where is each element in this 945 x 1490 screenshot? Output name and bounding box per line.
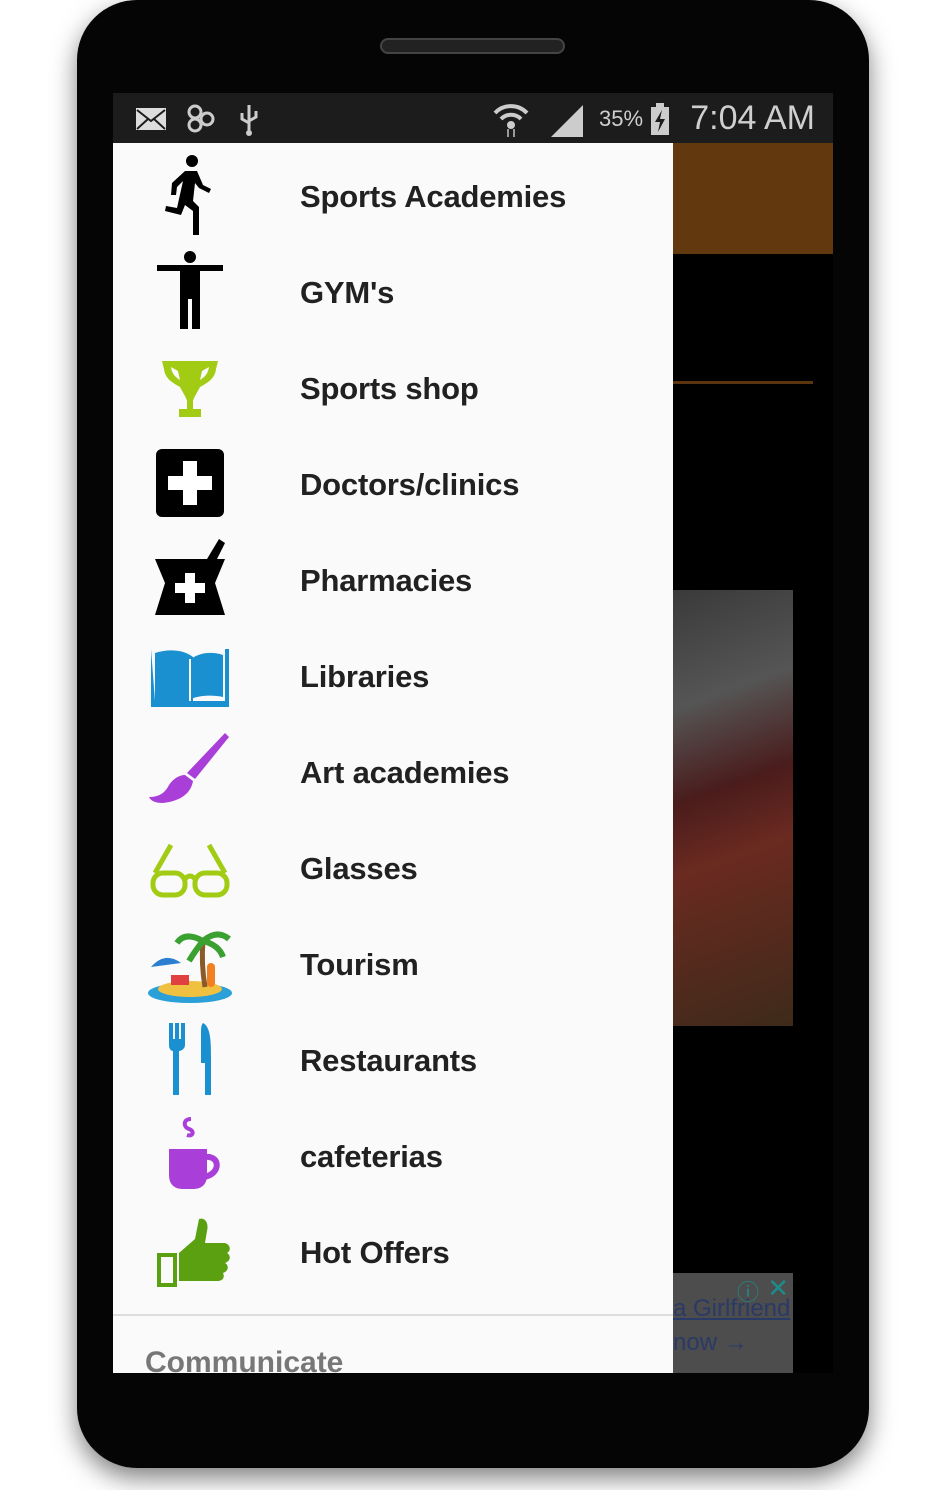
running-icon — [145, 155, 235, 235]
drawer-item-label: Restaurants — [300, 1043, 477, 1078]
drawer-item-pharmacies[interactable]: Pharmacies — [113, 531, 673, 627]
thumbs-up-icon — [145, 1211, 235, 1291]
drawer-item-label: Art academies — [300, 755, 510, 790]
battery-charging-icon — [651, 103, 669, 135]
drawer-item-libraries[interactable]: Libraries — [113, 627, 673, 723]
drawer-item-label: Tourism — [300, 947, 419, 982]
drawer-item-art-academies[interactable]: Art academies — [113, 723, 673, 819]
navigation-drawer: Communicate Sports Academies GYM's Sports … — [113, 143, 673, 1373]
speaker-grille — [380, 38, 565, 54]
island-icon — [145, 923, 235, 1003]
drawer-item-label: Doctors/clinics — [300, 467, 520, 502]
battery-percent: 35% — [599, 106, 644, 131]
divider-line — [673, 381, 813, 384]
glasses-icon — [145, 827, 235, 907]
drawer-item-label: Sports shop — [300, 371, 479, 406]
person-icon — [145, 251, 235, 331]
drawer-item-label: Libraries — [300, 659, 430, 694]
ad-link[interactable]: now → — [673, 1329, 748, 1357]
signal-icon — [551, 105, 583, 137]
section-header-communicate: Communicate — [145, 1346, 344, 1373]
drawer-item-label: Pharmacies — [300, 563, 473, 598]
drawer-item-label: Glasses — [300, 851, 418, 886]
drawer-item-cafeterias[interactable]: cafeterias — [113, 1107, 673, 1203]
clover-icon — [187, 104, 215, 133]
drawer-item-label: Sports Academies — [300, 179, 567, 214]
paintbrush-icon — [145, 731, 235, 811]
book-icon — [145, 635, 235, 715]
medical-cross-icon — [145, 443, 235, 523]
ad-text[interactable]: a Girlfriend — [673, 1295, 790, 1323]
drawer-item-doctors-clinics[interactable]: Doctors/clinics — [113, 435, 673, 531]
fork-knife-icon — [145, 1019, 235, 1099]
status-bar: 35% 7:04 AM — [113, 93, 833, 143]
wifi-icon — [493, 104, 529, 137]
drawer-item-sports-shop[interactable]: Sports shop — [113, 339, 673, 435]
drawer-item-tourism[interactable]: Tourism — [113, 915, 673, 1011]
drawer-divider — [113, 1314, 673, 1316]
screen: 35% 7:04 AM rk ⓘ ✕ a Girlfriend now → Co… — [113, 93, 833, 1373]
drawer-item-label: Hot Offers — [300, 1235, 450, 1270]
drawer-item-hot-offers[interactable]: Hot Offers — [113, 1203, 673, 1299]
banner-image — [673, 590, 793, 1026]
mail-icon — [136, 108, 166, 130]
drawer-item-label: GYM's — [300, 275, 395, 310]
pharmacy-icon — [145, 539, 235, 619]
trophy-icon — [145, 347, 235, 427]
ad-banner[interactable]: ⓘ ✕ a Girlfriend now → — [673, 1273, 793, 1373]
drawer-item-sports-academies[interactable]: Sports Academies — [113, 147, 673, 243]
drawer-item-restaurants[interactable]: Restaurants — [113, 1011, 673, 1107]
drawer-item-label: cafeterias — [300, 1139, 443, 1174]
drawer-item-gym-s[interactable]: GYM's — [113, 243, 673, 339]
clock: 7:04 AM — [690, 99, 815, 137]
usb-icon — [240, 105, 258, 136]
coffee-cup-icon — [145, 1115, 235, 1195]
drawer-item-glasses[interactable]: Glasses — [113, 819, 673, 915]
